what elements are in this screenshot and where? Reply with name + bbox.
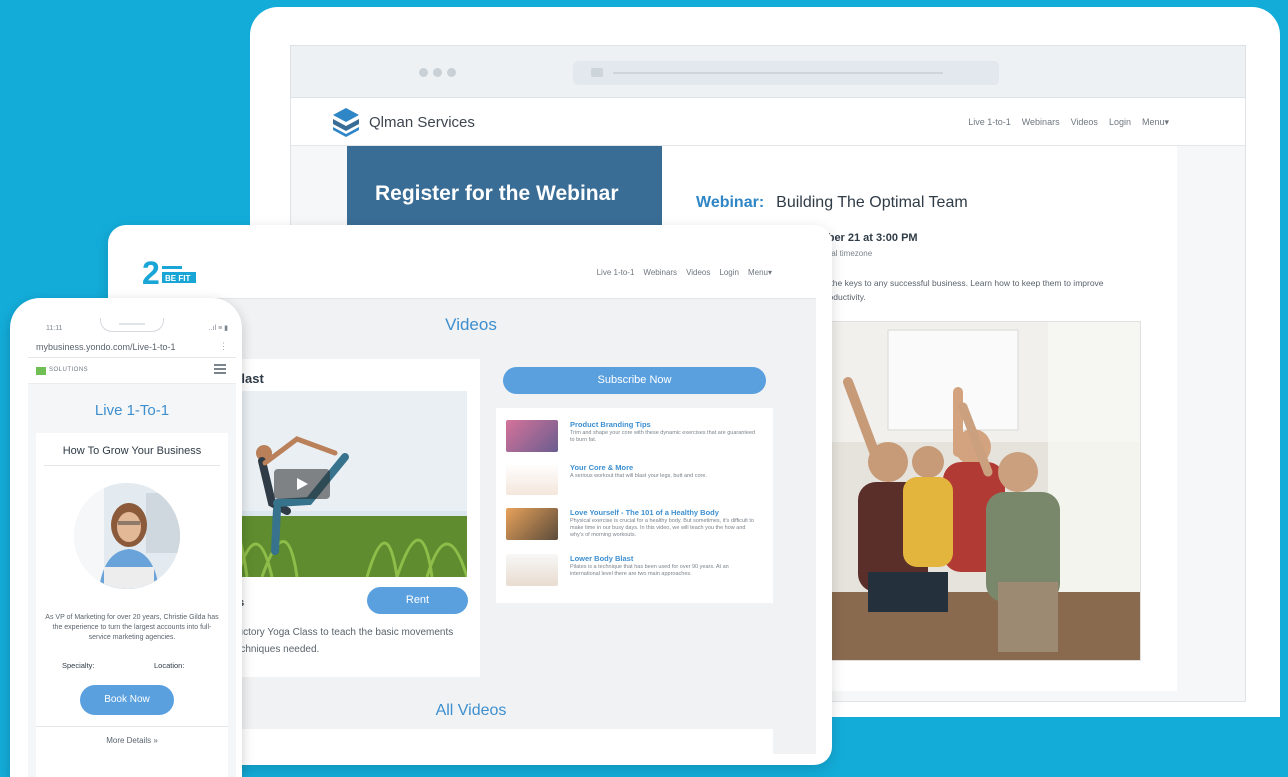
brand-logo-icon: [333, 108, 359, 137]
nav-login[interactable]: Login: [1109, 117, 1131, 128]
nav-live-1-to-1[interactable]: Live 1-to-1: [968, 117, 1011, 128]
list-item-desc: A serious workout that will blast your l…: [570, 473, 707, 479]
svg-text:2: 2: [142, 255, 160, 288]
video-thumbnail: [506, 420, 558, 452]
divider: [36, 726, 228, 727]
divider: [44, 465, 220, 466]
webinar-heading: Webinar: Building The Optimal Team: [696, 194, 968, 212]
webinar-description: of the keys to any successful business. …: [821, 278, 1104, 302]
browser-toolbar: [291, 46, 1245, 98]
rent-button[interactable]: Rent: [367, 587, 468, 614]
video-player[interactable]: [217, 391, 467, 577]
webinar-date: nber 21 at 3:00 PM: [821, 232, 918, 244]
subscribe-button[interactable]: Subscribe Now: [503, 367, 766, 394]
list-item-desc: Trim and shape your core with these dyna…: [570, 430, 756, 443]
video-card-description: ductory Yoga Class to teach the basic mo…: [232, 627, 454, 655]
register-title: Register for the Webinar: [375, 182, 619, 205]
webinar-title: Building The Optimal Team: [776, 194, 968, 211]
phone-header: SOLUTIONS: [28, 358, 236, 384]
url-placeholder: [613, 72, 943, 74]
status-bar: 11:11 ..ıl ≡ ▮: [28, 318, 236, 338]
list-item-desc: Physical exercise is crucial for a healt…: [570, 518, 754, 538]
svg-text:BE FIT: BE FIT: [165, 274, 190, 283]
book-now-button[interactable]: Book Now: [80, 685, 174, 715]
list-item-title[interactable]: Love Yourself - The 101 of a Healthy Bod…: [570, 508, 719, 517]
video-list: Product Branding Tips Trim and shape you…: [496, 408, 773, 603]
tab-nav-login[interactable]: Login: [719, 268, 739, 277]
play-icon[interactable]: [274, 469, 330, 499]
phone-url[interactable]: mybusiness.yondo.com/Live-1-to-1: [36, 342, 176, 352]
tab-nav-videos[interactable]: Videos: [686, 268, 710, 277]
tablet-header: 2 BE FIT Live 1-to-1 Webinars Videos Log…: [126, 244, 816, 299]
list-item-title[interactable]: Lower Body Blast: [570, 554, 633, 563]
lock-icon: [591, 68, 603, 77]
video-thumbnail: [506, 463, 558, 495]
nav-webinars[interactable]: Webinars: [1022, 117, 1060, 128]
phone-screen: 11:11 ..ıl ≡ ▮ mybusiness.yondo.com/Live…: [28, 318, 236, 777]
webinar-photo: [817, 321, 1141, 661]
site-header: Qlman Services Live 1-to-1 Webinars Vide…: [291, 98, 1245, 146]
session-card: How To Grow Your Business As VP of Marke…: [36, 433, 228, 777]
more-vert-icon[interactable]: ⋮: [219, 341, 228, 352]
phone-url-bar[interactable]: mybusiness.yondo.com/Live-1-to-1 ⋮: [28, 338, 236, 358]
video-card: Blast ys Rent ductory Yoga Class to teac…: [217, 359, 480, 677]
avatar: [74, 483, 180, 589]
hamburger-menu-icon[interactable]: [214, 364, 226, 374]
phone-brand[interactable]: SOLUTIONS: [49, 367, 88, 373]
specialty-label: Specialty:: [62, 661, 95, 670]
tab-nav-menu[interactable]: Menu▾: [748, 268, 772, 277]
list-item-title[interactable]: Product Branding Tips: [570, 420, 651, 429]
tablet-nav: Live 1-to-1 Webinars Videos Login Menu▾: [597, 268, 772, 277]
signal-icon: ..ıl ≡ ▮: [208, 325, 228, 332]
tab-nav-live-1-to-1[interactable]: Live 1-to-1: [597, 268, 635, 277]
phone-page-title: Live 1-To-1: [94, 402, 170, 419]
list-item-desc: Pilates is a technique that has been use…: [570, 564, 729, 577]
presenter-bio: As VP of Marketing for over 20 years, Ch…: [45, 614, 219, 641]
nav-menu[interactable]: Menu▾: [1142, 117, 1169, 128]
status-time: 11:11: [46, 325, 63, 332]
brand-name[interactable]: Qlman Services: [369, 114, 475, 131]
main-nav: Live 1-to-1 Webinars Videos Login Menu▾: [968, 117, 1169, 128]
more-details-link[interactable]: More Details »: [36, 736, 228, 745]
bfit-logo-icon[interactable]: 2 BE FIT: [140, 254, 200, 288]
solutions-logo-icon: [36, 367, 46, 375]
phone-notch: [100, 318, 164, 332]
window-controls[interactable]: [419, 68, 456, 77]
location-label: Location:: [154, 661, 185, 670]
address-bar[interactable]: [573, 61, 999, 85]
nav-videos[interactable]: Videos: [1071, 117, 1098, 128]
session-title[interactable]: How To Grow Your Business: [36, 445, 228, 457]
video-thumbnail: [506, 554, 558, 586]
list-item-title[interactable]: Your Core & More: [570, 463, 633, 472]
tab-nav-webinars[interactable]: Webinars: [643, 268, 677, 277]
phone-frame: 11:11 ..ıl ≡ ▮ mybusiness.yondo.com/Live…: [10, 298, 242, 777]
all-videos-section: [217, 729, 773, 754]
video-thumbnail: [506, 508, 558, 540]
webinar-label: Webinar:: [696, 194, 765, 211]
